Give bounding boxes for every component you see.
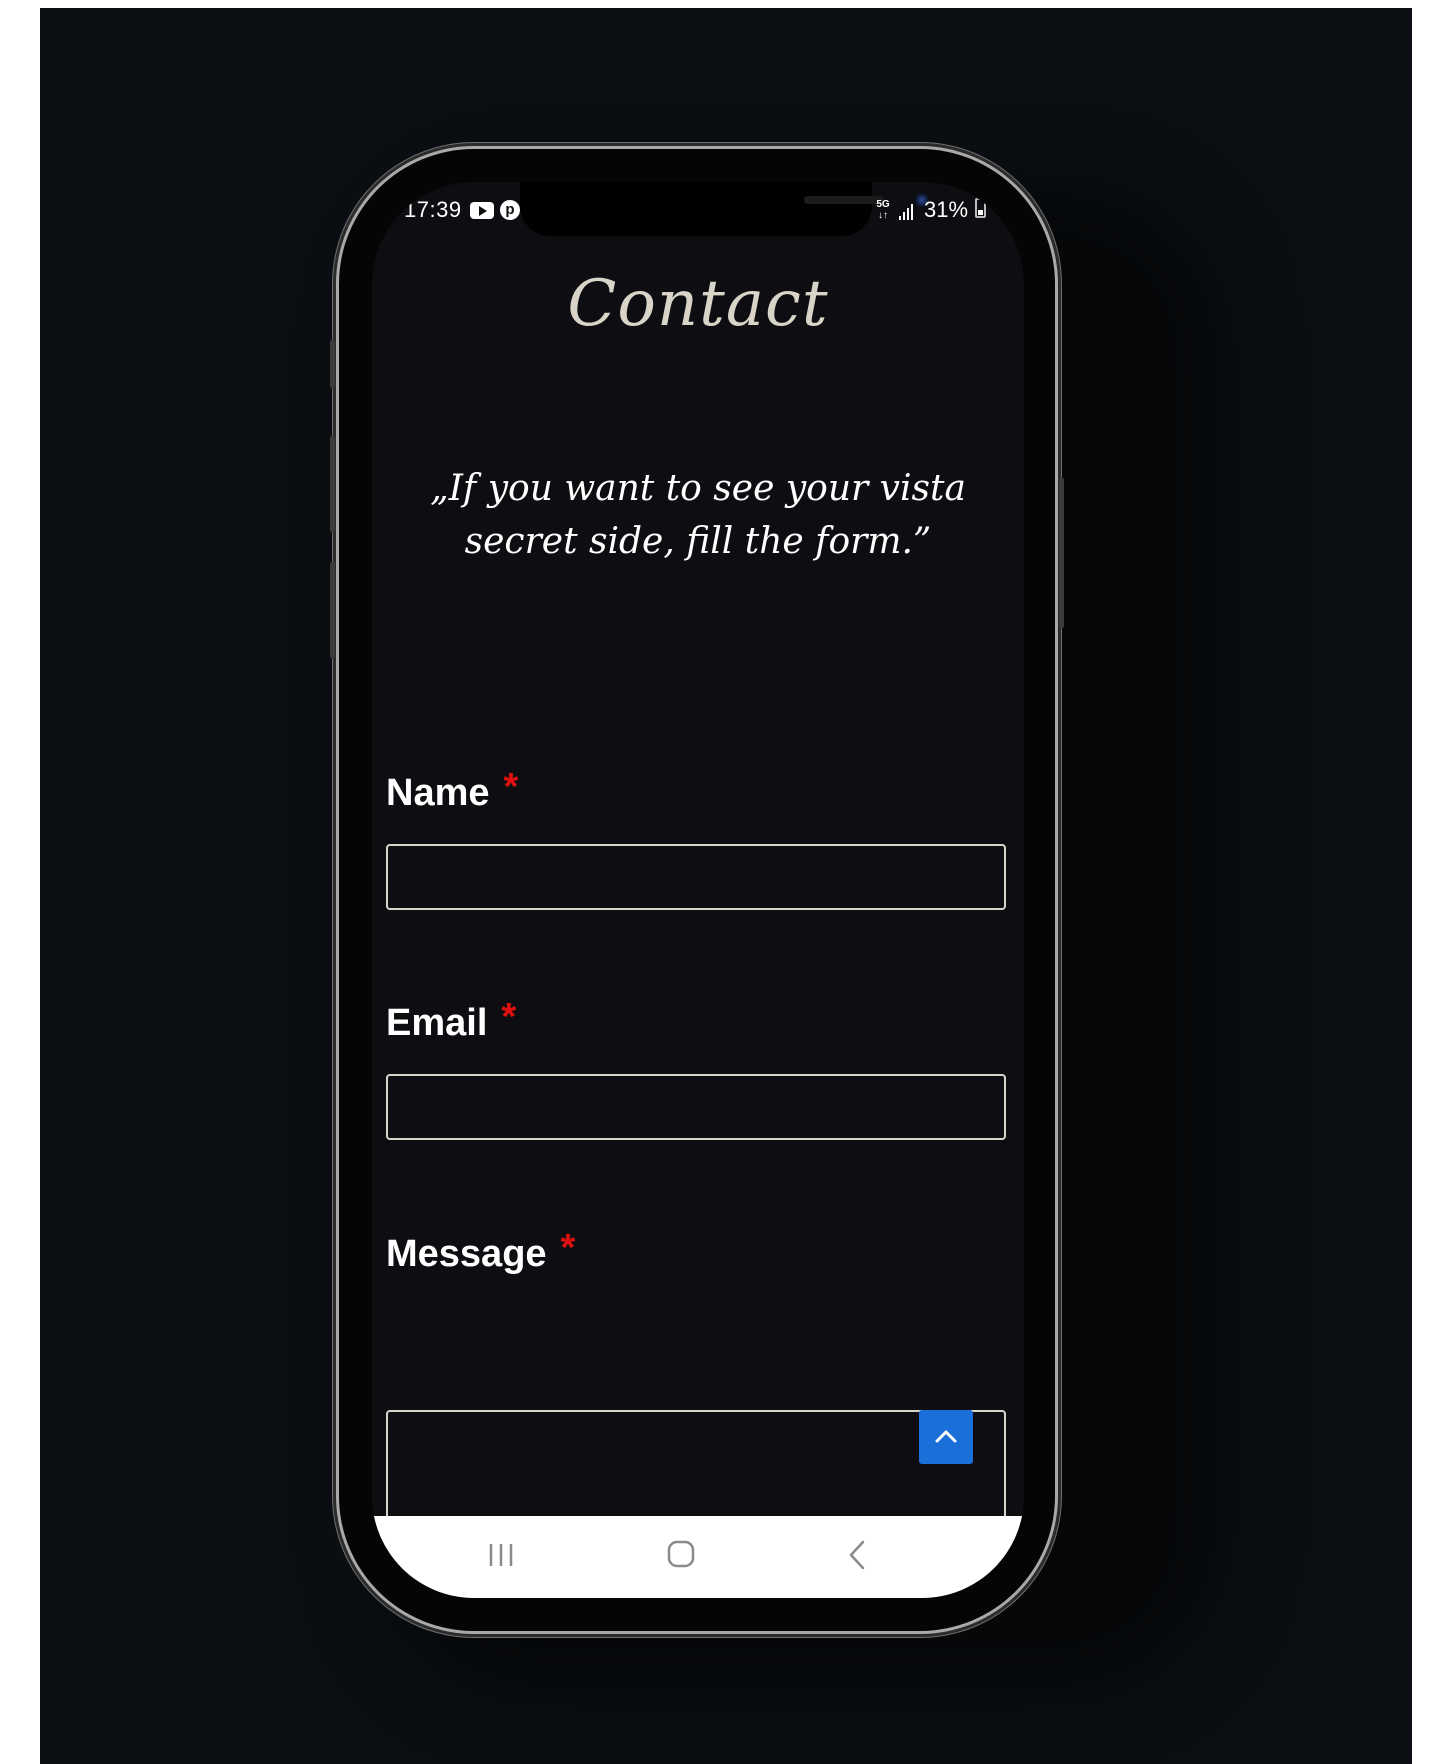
back-icon [849,1540,865,1570]
phone-power-button [1059,478,1064,628]
phone-volume-up-button [330,436,335,532]
email-label-text: Email [386,1002,488,1044]
email-input[interactable] [386,1074,1006,1140]
home-icon [667,1540,695,1568]
back-button[interactable] [827,1530,887,1580]
name-label: Name * [386,766,518,815]
message-label: Message * [386,1227,575,1276]
home-button[interactable] [651,1530,711,1580]
name-label-text: Name [386,772,490,814]
network-label: 5G [876,199,890,210]
page-quote: „If you want to see your vista secret si… [430,468,966,562]
recent-apps-button[interactable] [471,1530,531,1580]
recent-apps-icon [489,1544,513,1566]
network-5g-icon: 5G ↓↑ [876,199,890,221]
phone-side-button [330,340,335,388]
battery-icon [975,198,986,218]
phone-screen: 17:39 p 5G ↓↑ 31% Contact „If you want to… [372,182,1024,1598]
chevron-up-icon [935,1430,957,1443]
navigation-bar [372,1516,1024,1598]
email-label: Email * [386,996,516,1045]
required-marker: * [501,996,517,1038]
camera-notch [520,182,929,236]
required-marker: * [560,1227,576,1269]
signal-icon [899,202,917,220]
page-title: Contact [567,267,829,341]
battery-percent: 31% [924,197,969,222]
status-bar: 17:39 p 5G ↓↑ 31% [372,182,1024,242]
scroll-to-top-button[interactable] [919,1410,973,1464]
earpiece-speaker [804,196,884,204]
pinterest-icon: p [500,200,520,220]
message-label-text: Message [386,1233,547,1275]
youtube-icon [470,202,494,219]
status-time: 17:39 [404,197,462,222]
required-marker: * [503,766,519,808]
phone-volume-down-button [330,562,335,658]
name-input[interactable] [386,844,1006,910]
